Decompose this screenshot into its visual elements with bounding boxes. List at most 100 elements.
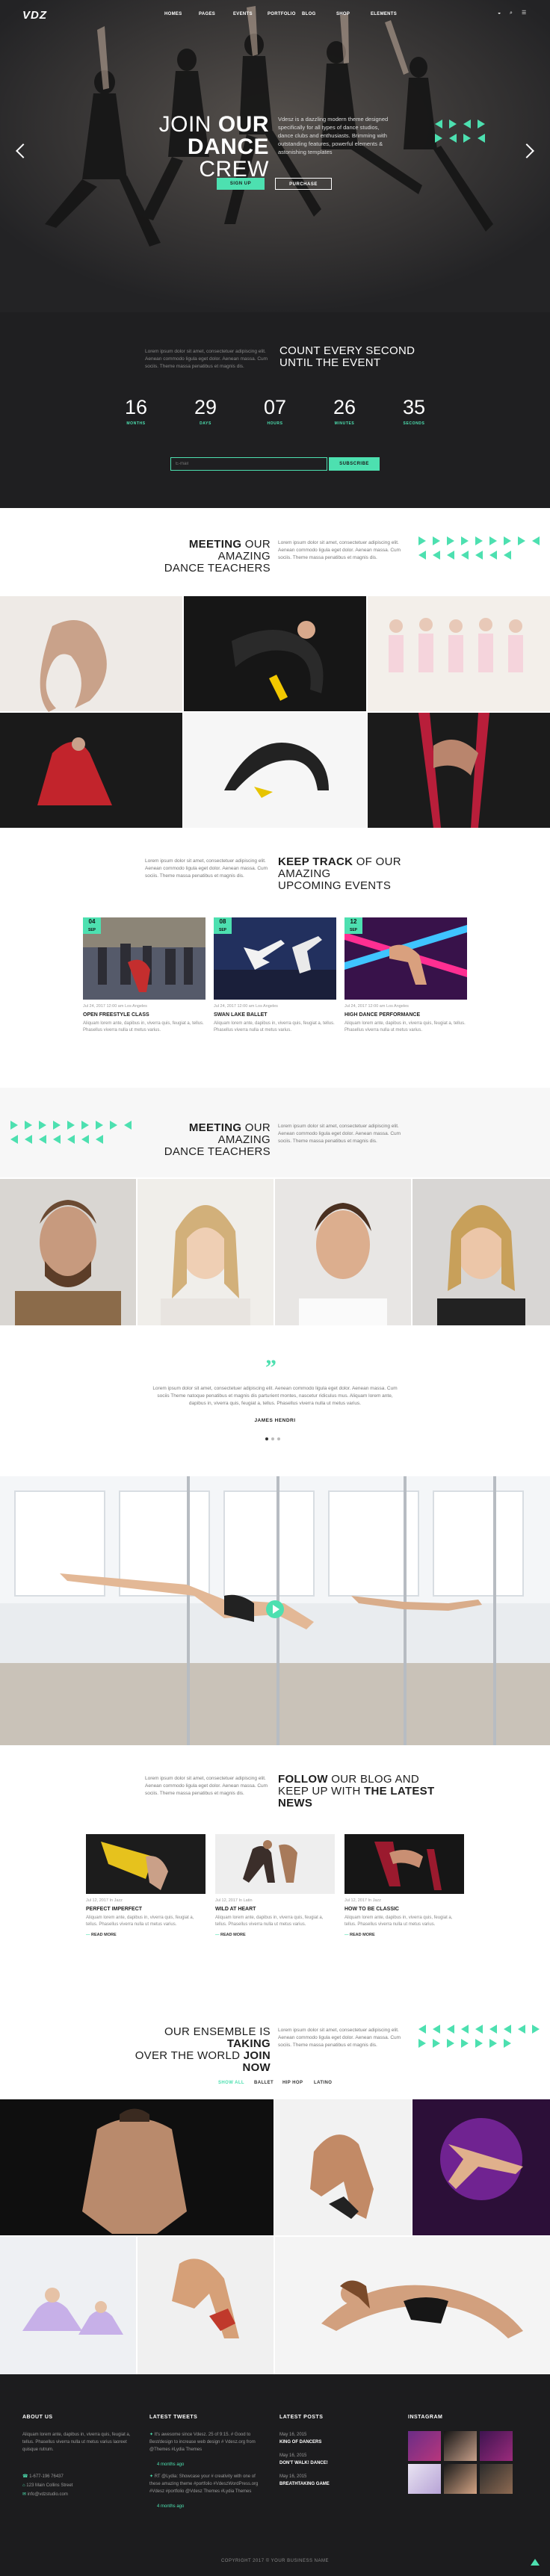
blog-image-2[interactable] <box>215 1834 335 1894</box>
play-button[interactable] <box>266 1600 284 1618</box>
blog-meta-3: Jul 12, 2017 In Jazz <box>344 1898 381 1903</box>
filter-ballet[interactable]: BALLET <box>254 2081 274 2085</box>
teachers2-text: Lorem ipsum dolor sit amet, consectetuer… <box>278 1124 401 1144</box>
testimonial-author: JAMES HENDRI <box>254 1418 296 1423</box>
nav-item-blog[interactable]: BLOG <box>302 12 336 16</box>
blog-read-more-1[interactable]: — READ MORE <box>86 1933 206 1937</box>
blog-card-1[interactable]: Jul 12, 2017 In Jazz PERFECT IMPERFECT A… <box>86 1834 206 1937</box>
pagination-dot[interactable] <box>271 1437 274 1440</box>
footer-posts-title: LATEST POSTS <box>279 2415 324 2420</box>
blog-read-more-3[interactable]: — READ MORE <box>344 1933 464 1937</box>
post-title-1[interactable]: KING OF DANCERS <box>279 2439 321 2446</box>
nav-item-shop[interactable]: SHOP <box>336 12 371 16</box>
nav-item-pages[interactable]: PAGES <box>199 12 233 16</box>
instagram-photo[interactable] <box>480 2431 513 2461</box>
blog-title-1[interactable]: PERFECT IMPERFECT <box>86 1907 206 1912</box>
search-icon[interactable]: ⌕ <box>510 10 516 16</box>
filter-hip-hop[interactable]: HIP HOP <box>282 2081 303 2085</box>
footer-about-text: Aliquam lorem ante, dapibus in, viverra … <box>22 2433 131 2452</box>
play-icon <box>273 1605 279 1614</box>
instagram-photo[interactable] <box>480 2464 513 2494</box>
teachers-triangles-decoration <box>418 536 546 560</box>
copyright: COPYRIGHT 2017 © YOUR BUSINESS NAME <box>220 2559 330 2563</box>
teachers-portraits <box>0 1179 550 1325</box>
instagram-photo[interactable] <box>408 2464 441 2494</box>
post-title-2[interactable]: DON'T WALK! DANCE! <box>279 2459 328 2467</box>
testimonial-pagination <box>265 1437 280 1440</box>
event-title-3[interactable]: HIGH DANCE PERFORMANCE <box>344 1012 467 1018</box>
dancer-gallery-1 <box>0 596 550 828</box>
blog-intro: Lorem ipsum dolor sit amet, consectetuer… <box>145 1776 268 1796</box>
nav-item-events[interactable]: EVENTS <box>233 12 268 16</box>
cart-icon[interactable]: ◒ <box>498 10 504 16</box>
blog-card-2[interactable]: Jul 12, 2017 In Latin WILD AT HEART Aliq… <box>215 1834 335 1937</box>
email-input[interactable] <box>170 457 327 471</box>
teachers-title: MEETING OUR AMAZING DANCE TEACHERS <box>164 538 271 575</box>
instagram-photo[interactable] <box>408 2431 441 2461</box>
blog-card-3[interactable]: Jul 12, 2017 In Jazz HOW TO BE CLASSIC A… <box>344 1834 464 1937</box>
filter-show-all[interactable]: SHOW ALL <box>218 2081 244 2085</box>
footer-email[interactable]: ✉ info@vdzstudio.com <box>22 2491 68 2498</box>
countdown-months: 16 MONTHS <box>124 396 148 426</box>
site-logo[interactable]: VDZ <box>22 9 47 22</box>
event-image-3[interactable]: 12 SEP <box>344 917 467 1000</box>
blog-text-3: Aliquam lorem ante, dapibus in, viverra … <box>344 1916 453 1927</box>
blog-title-2[interactable]: WILD AT HEART <box>215 1907 335 1912</box>
twitter-icon: ✦ <box>149 2433 155 2437</box>
hero-dancers-image <box>0 0 550 312</box>
ensemble-triangles-decoration <box>418 2025 546 2048</box>
quote-icon: ” <box>265 1355 276 1380</box>
blog-image-1[interactable] <box>86 1834 206 1894</box>
event-title-1[interactable]: OPEN FREESTYLE CLASS <box>83 1012 206 1018</box>
event-meta-3: Jul 24, 2017 12:00 am Los Angeles <box>344 1004 409 1009</box>
instagram-photo[interactable] <box>444 2464 477 2494</box>
hero-title: JOIN OUR DANCE CREW <box>158 112 269 182</box>
main-nav: HOMES PAGES EVENTS PORTFOLIO BLOG SHOP E… <box>164 12 405 16</box>
event-card-1[interactable]: 04 SEP Jul 24, 2017 12:00 am Los Angeles … <box>83 917 206 1034</box>
countdown-intro: Lorem ipsum dolor sit amet, consectetuer… <box>145 349 268 369</box>
post-title-3[interactable]: BREATHTAKING GAME <box>279 2480 330 2488</box>
blog-meta-2: Jul 12, 2017 In Latin <box>215 1898 253 1903</box>
nav-item-homes[interactable]: HOMES <box>164 12 199 16</box>
teachers-text: Lorem ipsum dolor sit amet, consectetuer… <box>278 540 401 560</box>
back-to-top-icon[interactable] <box>531 2559 540 2566</box>
event-image-1[interactable]: 04 SEP <box>83 917 206 1000</box>
event-image-2[interactable]: 08 SEP <box>214 917 336 1000</box>
ensemble-text: Lorem ipsum dolor sit amet, consectetuer… <box>278 2028 401 2048</box>
countdown-seconds: 35 SECONDS <box>402 396 426 426</box>
blog-read-more-2[interactable]: — READ MORE <box>215 1933 335 1937</box>
countdown-days: 29 DAYS <box>194 396 217 426</box>
teachers2-title: MEETING OUR AMAZING DANCE TEACHERS <box>164 1121 271 1158</box>
tweet-1-time: 4 months ago <box>157 2462 185 2467</box>
mail-icon: ✉ <box>22 2492 28 2497</box>
nav-item-elements[interactable]: ELEMENTS <box>371 12 405 16</box>
subscribe-button[interactable]: SUBSCRIBE <box>329 457 380 471</box>
event-card-3[interactable]: 12 SEP Jul 24, 2017 12:00 am Los Angeles … <box>344 917 467 1034</box>
pagination-dot[interactable] <box>277 1437 280 1440</box>
footer-about-title: ABOUT US <box>22 2415 53 2420</box>
event-text-2: Aliquam lorem ante, dapibus in, viverra … <box>214 1021 335 1032</box>
event-card-2[interactable]: 08 SEP Jul 24, 2017 12:00 am Los Angeles … <box>214 917 336 1034</box>
tweet-2: ✦ RT @Lydia: Showcase your # creativity … <box>149 2474 259 2494</box>
filter-latino[interactable]: LATINO <box>314 2081 332 2085</box>
post-date-2: May 16, 2015 <box>279 2453 307 2458</box>
sign-up-button[interactable]: SIGN UP <box>217 178 265 190</box>
event-date-badge-3: 12 SEP <box>344 917 362 934</box>
purchase-button[interactable]: PURCHASE <box>275 178 332 190</box>
event-date-badge-2: 08 SEP <box>214 917 232 934</box>
instagram-photo[interactable] <box>444 2431 477 2461</box>
footer-instagram-title: INSTAGRAM <box>408 2415 443 2420</box>
hero-section: VDZ HOMES PAGES EVENTS PORTFOLIO BLOG SH… <box>0 0 550 312</box>
ensemble-title: OUR ENSEMBLE IS TAKING OVER THE WORLD JOI… <box>135 2025 271 2074</box>
countdown-minutes: 26 MINUTES <box>333 396 356 426</box>
blog-image-3[interactable] <box>344 1834 464 1894</box>
event-text-1: Aliquam lorem ante, dapibus in, viverra … <box>83 1021 204 1032</box>
blog-title-3[interactable]: HOW TO BE CLASSIC <box>344 1907 464 1912</box>
pagination-dot-active[interactable] <box>265 1437 268 1440</box>
event-title-2[interactable]: SWAN LAKE BALLET <box>214 1012 336 1018</box>
post-date-1: May 16, 2015 <box>279 2433 307 2437</box>
menu-icon[interactable]: ☰ <box>522 10 528 16</box>
blog-title: FOLLOW OUR BLOG AND KEEP UP WITH THE LATE… <box>278 1773 435 1809</box>
footer-phone: ☎ 1-677-196 76437 <box>22 2474 64 2479</box>
nav-item-portfolio[interactable]: PORTFOLIO <box>268 12 302 16</box>
